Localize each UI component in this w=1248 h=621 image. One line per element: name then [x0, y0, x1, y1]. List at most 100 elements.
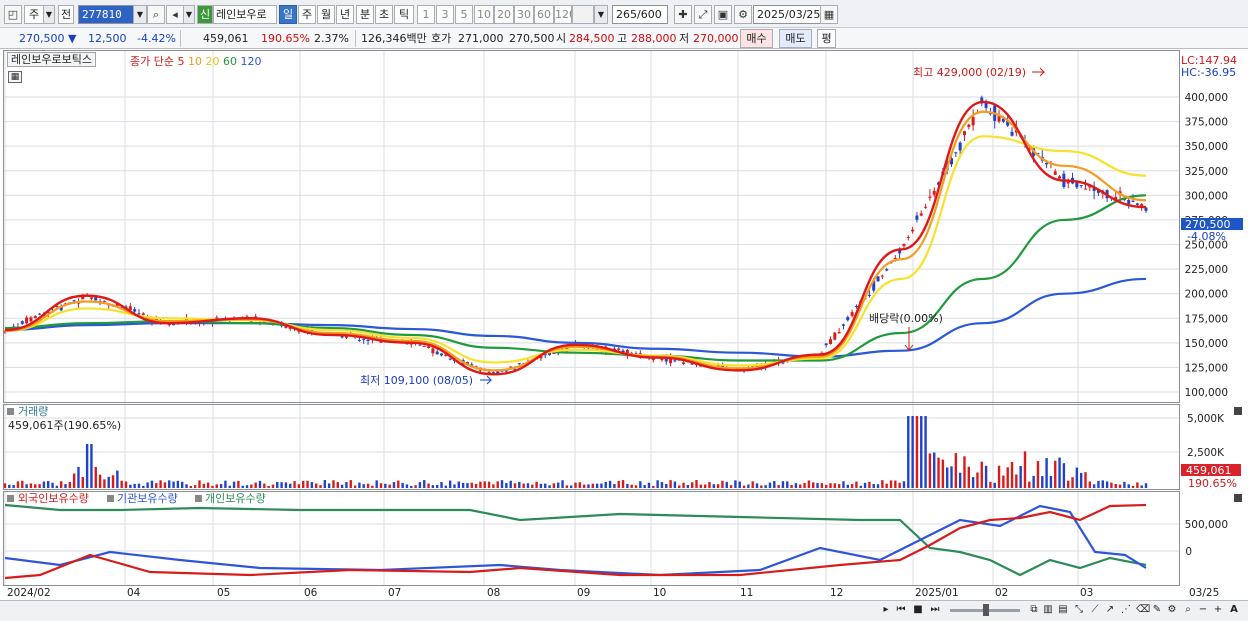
- data-table-icon[interactable]: ▦: [8, 71, 22, 83]
- zoom-in-icon[interactable]: +: [1212, 603, 1224, 616]
- draw-fib-icon[interactable]: ⋰: [1120, 603, 1132, 616]
- settings-icon[interactable]: ⚙: [1166, 603, 1178, 616]
- candle-body: [1127, 199, 1131, 204]
- volume-pane-close-icon[interactable]: [1234, 407, 1242, 415]
- volume-bar: [824, 484, 828, 488]
- code-dropdown[interactable]: ▼: [133, 5, 147, 24]
- interval-30[interactable]: 30: [514, 5, 534, 24]
- low-label: 저: [679, 32, 690, 45]
- speaker-icon[interactable]: ◂: [166, 5, 184, 24]
- volume-bar: [172, 481, 175, 488]
- layout-icon[interactable]: ⧉: [1028, 603, 1040, 616]
- search-icon[interactable]: ⌕: [147, 5, 165, 24]
- jeon-button[interactable]: 전: [58, 5, 74, 24]
- interval-5[interactable]: 5: [455, 5, 473, 24]
- ma-legend-20[interactable]: 20: [205, 55, 219, 68]
- volume-bar: [989, 481, 992, 488]
- custom-interval-input[interactable]: [572, 5, 594, 24]
- split-icon[interactable]: ▥: [1042, 603, 1054, 616]
- ma-legend-120[interactable]: 120: [240, 55, 261, 68]
- period-tab-month[interactable]: 월: [317, 5, 335, 24]
- calendar-icon[interactable]: ▦: [820, 5, 838, 24]
- ma-legend-5[interactable]: 5: [177, 55, 184, 68]
- holding-legend-individual: 개인보유수량: [205, 492, 266, 505]
- candle-body: [682, 362, 686, 364]
- volume-bar: [116, 470, 119, 488]
- bar-count-field[interactable]: 265/600: [612, 5, 668, 24]
- speaker-dropdown[interactable]: ▼: [183, 5, 195, 24]
- stock-code-input[interactable]: 277810: [78, 5, 134, 24]
- interval-1[interactable]: 1: [417, 5, 435, 24]
- zoom-icon[interactable]: ⌕: [1182, 603, 1194, 616]
- volume-bar: [846, 484, 849, 488]
- auto-scale-icon[interactable]: A: [1228, 603, 1240, 616]
- draw-trend-icon[interactable]: ↗: [1104, 603, 1116, 616]
- ma-legend-60[interactable]: 60: [223, 55, 237, 68]
- custom-interval-dropdown[interactable]: ▼: [594, 5, 608, 24]
- save-icon[interactable]: ▣: [714, 5, 732, 24]
- trend-tool-icon[interactable]: ⤢: [694, 5, 712, 24]
- holding-pane-close-icon[interactable]: [1234, 494, 1242, 502]
- period-tab-day[interactable]: 일: [279, 5, 297, 24]
- eval-button[interactable]: 평: [817, 29, 836, 48]
- period-tab-tick[interactable]: 틱: [394, 5, 414, 24]
- stock-name-field[interactable]: 레인보우로: [213, 5, 277, 24]
- turnover: 2.37%: [314, 32, 349, 45]
- window-menu-icon[interactable]: ◰: [4, 5, 22, 24]
- gear-icon[interactable]: ⚙: [734, 5, 752, 24]
- candle-body: [357, 339, 361, 341]
- volume-bar: [872, 484, 875, 488]
- expand-icon[interactable]: ⤡: [1073, 603, 1085, 616]
- interval-3[interactable]: 3: [436, 5, 454, 24]
- volume-bar: [457, 481, 461, 488]
- scroll-right-icon[interactable]: ▸: [880, 603, 892, 616]
- pencil-icon[interactable]: ✎: [1151, 603, 1163, 616]
- date-input[interactable]: 2025/03/25: [753, 5, 821, 24]
- interval-10[interactable]: 10: [474, 5, 494, 24]
- sell-button[interactable]: 매도: [779, 29, 812, 48]
- grid-toggle-icon[interactable]: ▤: [1057, 603, 1069, 616]
- period-tab-year[interactable]: 년: [336, 5, 354, 24]
- period-tab-minute[interactable]: 분: [356, 5, 374, 24]
- volume-bar: [557, 482, 560, 488]
- volume-bar: [349, 480, 352, 488]
- zoom-out-icon[interactable]: −: [1197, 603, 1209, 616]
- candle-body: [617, 348, 621, 350]
- volume-bar: [371, 485, 374, 488]
- period-unit-dropdown[interactable]: ▼: [43, 5, 55, 24]
- ma-legend-10[interactable]: 10: [188, 55, 202, 68]
- volume-bar: [894, 480, 897, 488]
- volume-bar: [1071, 477, 1074, 488]
- interval-120[interactable]: 120: [554, 5, 576, 24]
- volume-bar: [708, 482, 711, 488]
- volume-bar: [829, 483, 832, 488]
- chart-title-box[interactable]: 레인보우로보틱스: [7, 52, 96, 67]
- buy-button[interactable]: 매수: [740, 29, 773, 48]
- volume-bar: [314, 483, 318, 488]
- volume-bar: [323, 480, 327, 488]
- interval-60[interactable]: 60: [534, 5, 554, 24]
- chart-canvas[interactable]: 400,000375,000350,000325,000300,000275,0…: [0, 50, 1248, 621]
- scroll-first-icon[interactable]: ⏮: [895, 603, 907, 616]
- draw-line-icon[interactable]: ⟋: [1089, 603, 1101, 616]
- candle-body: [1010, 131, 1014, 136]
- period-unit-select[interactable]: 주: [24, 5, 44, 24]
- eraser-icon[interactable]: ⌫: [1136, 603, 1150, 616]
- volume-bar: [427, 483, 430, 488]
- volume-bar: [310, 482, 314, 488]
- interval-20[interactable]: 20: [494, 5, 514, 24]
- period-tab-second[interactable]: 초: [375, 5, 393, 24]
- period-tab-week[interactable]: 주: [298, 5, 316, 24]
- stop-icon[interactable]: ■: [912, 603, 924, 616]
- volume-bar: [1110, 482, 1113, 488]
- volume-bar: [1019, 465, 1022, 488]
- scroll-last-icon[interactable]: ⏭: [929, 603, 941, 616]
- crosshair-icon[interactable]: ✚: [674, 5, 692, 24]
- volume-bar: [673, 481, 677, 488]
- zoom-slider-handle[interactable]: [983, 604, 989, 616]
- volume-bar: [518, 481, 521, 488]
- candle-body: [924, 206, 928, 208]
- volume-bar: [1101, 480, 1104, 488]
- low-annotation: 최저 109,100 (08/05): [360, 374, 473, 387]
- volume-bar: [332, 480, 335, 488]
